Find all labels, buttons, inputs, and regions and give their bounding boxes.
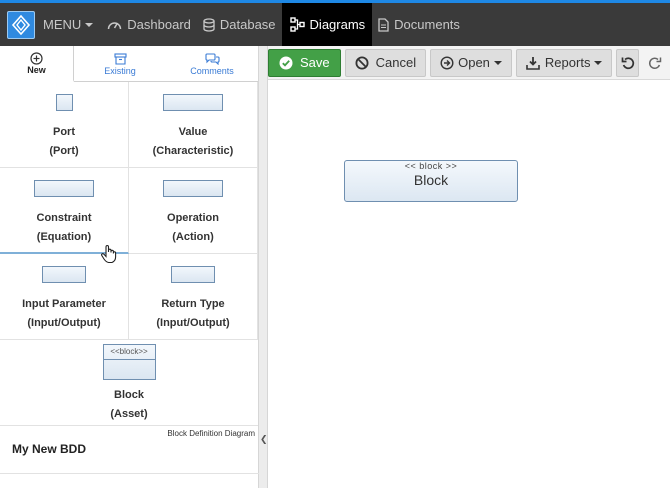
nav-documents-label: Documents [394,17,460,32]
port-shape-icon [55,94,73,111]
comments-icon [204,52,220,66]
diagram-name: My New BDD [12,442,87,456]
palette-item-value[interactable]: Value (Characteristic) [129,82,258,168]
palette-item-sub: (Characteristic) [152,145,234,157]
palette-item-operation[interactable]: Operation (Action) [129,168,258,254]
menu-button[interactable]: MENU [37,3,101,46]
panel-tabs: New Existing Comments [0,46,258,82]
plus-circle-icon [30,51,43,65]
palette-item-sub: (Input/Output) [27,317,101,329]
tab-existing-label: Existing [104,65,136,76]
nav-diagrams-label: Diagrams [309,17,366,32]
redo-icon [648,56,662,70]
reports-label: Reports [544,55,591,70]
tab-comments[interactable]: Comments [166,46,258,81]
reports-button[interactable]: Reports [515,48,613,77]
palette-item-constraint[interactable]: Constraint (Equation) [0,168,129,254]
palette-item-name: Operation [167,212,219,224]
palette-item-name: Port [52,126,75,138]
operation-shape-icon [163,180,223,197]
menu-label: MENU [43,17,82,32]
palette-item-name: Value [178,126,208,138]
palette-item-sub: (Action) [172,231,214,243]
save-label: Save [300,55,330,70]
chevron-left-icon: ❮ [260,434,268,444]
diagram-type: Block Definition Diagram [167,429,255,438]
diagram-block[interactable]: << block >> Block [344,160,518,202]
undo-icon [621,56,635,70]
caret-down-icon [85,22,94,27]
palette-item-sub: (Port) [49,145,79,157]
constraint-shape-icon [34,180,94,197]
block-name: Block [413,172,449,188]
caret-down-icon [594,60,603,65]
block-stereotype: <<block>> [103,345,155,360]
nav-dashboard-label: Dashboard [127,17,191,32]
nav-database[interactable]: Database [197,3,282,46]
diagram-icon [289,17,305,32]
palette-item-name: Return Type [161,298,225,310]
palette-item-sub: (Input/Output) [156,317,230,329]
app-logo-icon[interactable] [7,10,35,39]
caret-down-icon [493,60,502,65]
palette-item-return-type[interactable]: Return Type (Input/Output) [129,254,258,340]
undo-button[interactable] [616,48,640,77]
check-circle-icon [279,56,293,70]
diagram-canvas[interactable]: << block >> Block [268,80,670,488]
cancel-button[interactable]: Cancel [344,48,427,77]
hand-cursor-icon [100,244,118,269]
palette-item-block[interactable]: <<block>> Block (Asset) [0,340,258,426]
palette-item-sub: (Asset) [110,408,148,420]
panel-collapse-handle[interactable]: ❮ [259,46,268,488]
tab-new-label: New [27,65,46,75]
block-stereotype: << block >> [404,161,458,171]
palette-grid: Port (Port) Value (Characteristic) Const… [0,82,258,426]
nav-database-label: Database [219,17,276,32]
arrow-circle-right-icon [440,55,454,70]
left-panel: New Existing Comments Port (Port) Value … [0,46,259,488]
database-icon [203,17,215,32]
archive-icon [113,52,127,66]
palette-item-name: Block [114,389,144,401]
document-icon [378,17,389,32]
tab-existing[interactable]: Existing [74,46,166,81]
ban-icon [355,56,369,70]
palette-item-name: Constraint [36,212,92,224]
value-shape-icon [163,94,223,111]
nav-diagrams[interactable]: Diagrams [281,3,373,46]
dashboard-icon [107,18,122,31]
tab-new[interactable]: New [0,46,74,82]
cancel-label: Cancel [375,55,417,70]
download-icon [526,56,540,70]
return-type-shape-icon [171,266,215,283]
palette-item-name: Input Parameter [22,298,106,310]
redo-button[interactable] [643,49,666,77]
diagram-toolbar: Save Cancel Open Reports [268,46,670,80]
save-button[interactable]: Save [268,48,341,77]
nav-documents[interactable]: Documents [372,3,466,46]
diagram-list-item[interactable]: Block Definition Diagram My New BDD [0,426,259,474]
tab-comments-label: Comments [190,65,234,76]
nav-dashboard[interactable]: Dashboard [101,3,197,46]
input-parameter-shape-icon [42,266,86,283]
open-label: Open [458,55,490,70]
palette-item-port[interactable]: Port (Port) [0,82,129,168]
palette-item-sub: (Equation) [36,231,92,243]
open-button[interactable]: Open [430,48,512,77]
block-shape-icon: <<block>> [102,344,156,380]
top-nav-bar: MENU Dashboard Database Diagrams Documen… [0,0,670,46]
